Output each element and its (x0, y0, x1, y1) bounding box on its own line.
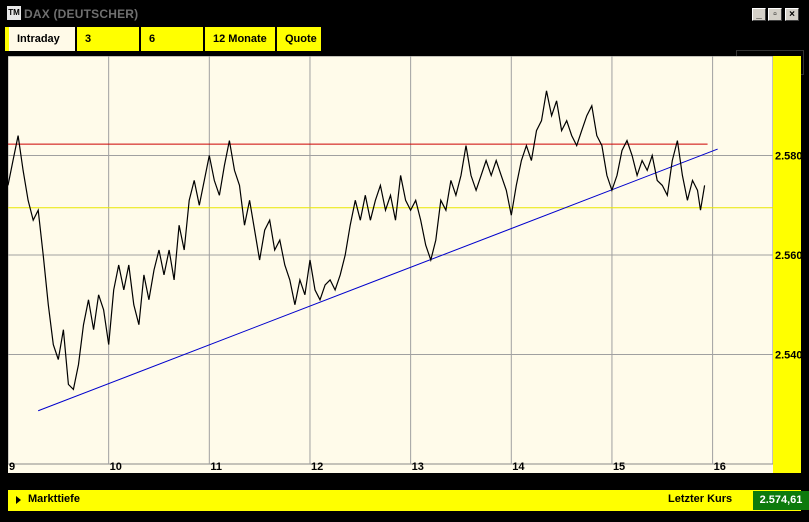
tab-bar: Intraday 3 Monate 6 Monate 12 Monate Quo… (0, 24, 809, 75)
intraday-chart: 9 10 11 12 13 14 15 16 2.540 2.560 2.580 (7, 55, 803, 473)
close-icon[interactable]: × (785, 8, 799, 21)
title-bar: TM DAX (DEUTSCHER) _ ▫ × (0, 0, 809, 24)
x-tick-label: 12 (311, 461, 323, 473)
tab-quote[interactable]: Quote (277, 27, 321, 51)
restore-icon[interactable]: ▫ (768, 8, 782, 21)
app-icon: TM (7, 6, 21, 20)
tab-6-monate[interactable]: 6 Monate (141, 27, 203, 69)
x-tick-label: 14 (512, 461, 525, 473)
markttiefe-link[interactable]: Markttiefe (28, 493, 80, 505)
chart-area: 9 10 11 12 13 14 15 16 2.540 2.560 2.580 (7, 55, 803, 473)
status-bar: Markttiefe Letzter Kurs 2.574,61 (8, 490, 809, 511)
x-tick-label: 16 (714, 461, 726, 473)
plot-frame (7, 55, 774, 465)
y-tick-label: 2.560 (775, 250, 801, 262)
x-tick-label: 11 (210, 461, 222, 473)
expand-arrow-icon[interactable] (16, 496, 21, 504)
x-tick-label: 10 (110, 461, 122, 473)
y-tick-label: 2.580 (775, 151, 801, 163)
tab-3-monate[interactable]: 3 Monate (77, 27, 139, 69)
minimize-icon[interactable]: _ (752, 8, 766, 21)
tab-12-monate[interactable]: 12 Monate (205, 27, 275, 51)
y-axis-strip (773, 56, 801, 473)
last-price-label: Letzter Kurs (668, 493, 733, 505)
y-tick-label: 2.540 (775, 350, 801, 362)
x-tick-label: 9 (9, 461, 15, 473)
x-tick-label: 15 (613, 461, 625, 473)
last-price-value: 2.574,61 (753, 491, 809, 510)
tab-intraday[interactable]: Intraday (5, 27, 75, 51)
x-tick-label: 13 (412, 461, 424, 473)
window-title: DAX (DEUTSCHER) (24, 7, 139, 21)
